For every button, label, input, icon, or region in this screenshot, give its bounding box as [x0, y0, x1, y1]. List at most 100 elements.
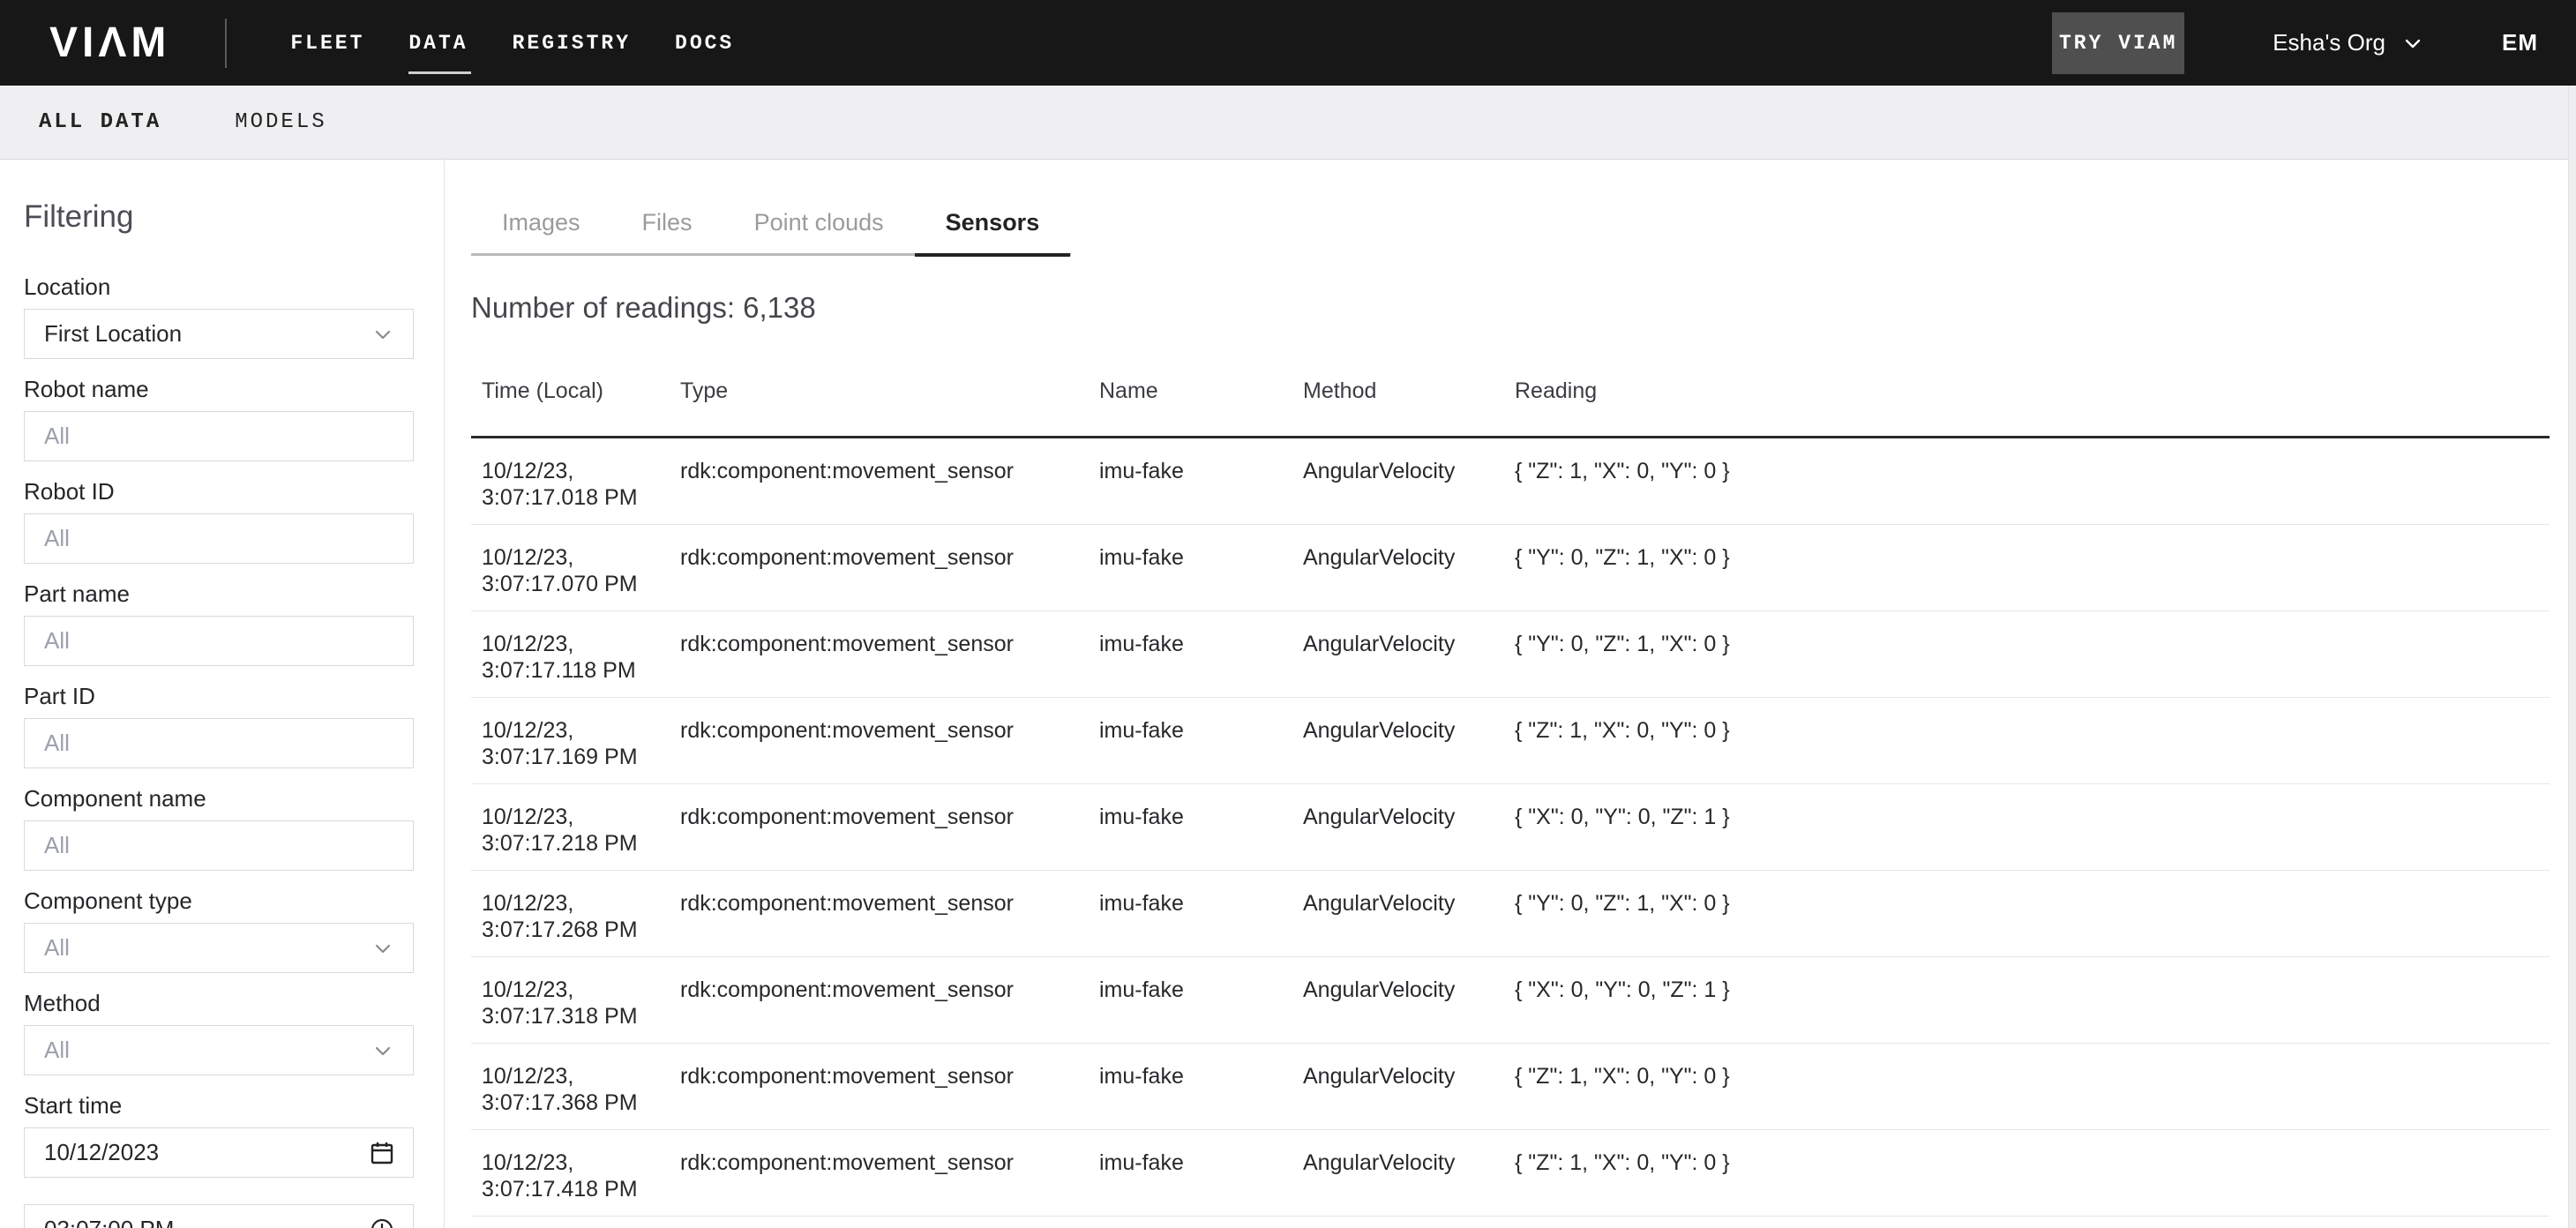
viam-logo[interactable]: VIΛM: [49, 22, 170, 64]
cell-method: AngularVelocity: [1303, 458, 1515, 524]
cell-type: rdk:component:movement_sensor: [680, 890, 1099, 956]
start-time-label: Start time: [24, 1092, 444, 1119]
table-row[interactable]: 10/12/23, 3:07:17.018 PM rdk:component:m…: [471, 438, 2550, 525]
filter-part-id: Part ID: [24, 683, 444, 768]
robot-id-input[interactable]: [44, 525, 393, 552]
location-value: First Location: [44, 320, 182, 348]
sub-nav: ALL DATA MODELS: [0, 86, 2576, 160]
filter-robot-id: Robot ID: [24, 478, 444, 564]
filter-method: Method All: [24, 990, 444, 1075]
filter-start-time: Start time 10/12/2023: [24, 1092, 444, 1228]
table-row[interactable]: 10/12/23, 3:07:17.368 PM rdk:component:m…: [471, 1044, 2550, 1130]
data-content: Images Files Point clouds Sensors Number…: [445, 161, 2576, 1228]
part-name-input[interactable]: [44, 627, 393, 655]
component-name-input[interactable]: [44, 832, 393, 859]
filter-location: Location First Location: [24, 273, 444, 359]
chevron-down-icon: [371, 1038, 395, 1063]
table-header: Time (Local) Type Name Method Reading: [471, 378, 2550, 438]
robot-name-label: Robot name: [24, 376, 444, 402]
nav-menu: FLEET DATA REGISTRY DOCS: [290, 26, 734, 60]
cell-method: AngularVelocity: [1303, 1149, 1515, 1216]
cell-type: rdk:component:movement_sensor: [680, 544, 1099, 610]
cell-name: imu-fake: [1099, 631, 1303, 697]
cell-type: rdk:component:movement_sensor: [680, 1149, 1099, 1216]
start-date-value: 10/12/2023: [44, 1139, 159, 1166]
data-type-tabs: Images Files Point clouds Sensors: [471, 209, 1071, 256]
nav-item-data[interactable]: DATA: [408, 26, 468, 60]
cell-reading: { "Z": 1, "X": 0, "Y": 0 }: [1515, 458, 2550, 524]
table-row[interactable]: 10/12/23, 3:07:17.268 PM rdk:component:m…: [471, 871, 2550, 957]
org-switcher[interactable]: Esha's Org: [2273, 29, 2424, 56]
filter-robot-name: Robot name: [24, 376, 444, 461]
cell-name: imu-fake: [1099, 1063, 1303, 1129]
filter-sidebar: Filtering Location First Location Robot …: [0, 161, 445, 1228]
col-reading: Reading: [1515, 378, 2550, 404]
tab-all-data[interactable]: ALL DATA: [39, 110, 161, 134]
component-name-input-wrap: [24, 820, 414, 871]
cell-time: 10/12/23, 3:07:17.018 PM: [471, 458, 639, 524]
cell-type: rdk:component:movement_sensor: [680, 717, 1099, 783]
cell-type: rdk:component:movement_sensor: [680, 1063, 1099, 1129]
cell-time: 10/12/23, 3:07:17.418 PM: [471, 1149, 639, 1216]
calendar-icon[interactable]: [369, 1140, 395, 1166]
nav-item-docs[interactable]: DOCS: [675, 26, 734, 60]
nav-right: TRY VIAM Esha's Org EM: [2052, 12, 2576, 74]
clock-icon[interactable]: [369, 1217, 395, 1228]
cell-reading: { "Y": 0, "Z": 1, "X": 0 }: [1515, 631, 2550, 697]
nav-item-fleet[interactable]: FLEET: [290, 26, 364, 60]
table-row[interactable]: 10/12/23, 3:07:17.418 PM rdk:component:m…: [471, 1130, 2550, 1217]
filter-component-name: Component name: [24, 785, 444, 871]
start-date-input[interactable]: 10/12/2023: [24, 1127, 414, 1178]
cell-name: imu-fake: [1099, 544, 1303, 610]
tab-files[interactable]: Files: [611, 209, 723, 257]
cell-method: AngularVelocity: [1303, 890, 1515, 956]
org-name: Esha's Org: [2273, 29, 2385, 56]
method-label: Method: [24, 990, 444, 1016]
part-id-label: Part ID: [24, 683, 444, 709]
robot-id-input-wrap: [24, 513, 414, 564]
cell-name: imu-fake: [1099, 717, 1303, 783]
cell-time: 10/12/23, 3:07:17.218 PM: [471, 804, 639, 870]
start-clock-input[interactable]: 03:07:00 PM: [24, 1204, 414, 1228]
part-name-label: Part name: [24, 580, 444, 607]
cell-reading: { "Z": 1, "X": 0, "Y": 0 }: [1515, 1063, 2550, 1129]
nav-divider: [225, 19, 227, 68]
robot-name-input[interactable]: [44, 423, 393, 450]
cell-method: AngularVelocity: [1303, 804, 1515, 870]
location-select[interactable]: First Location: [24, 309, 414, 359]
table-row[interactable]: 10/12/23, 3:07:17.070 PM rdk:component:m…: [471, 525, 2550, 611]
tab-point-clouds[interactable]: Point clouds: [723, 209, 915, 257]
component-type-select[interactable]: All: [24, 923, 414, 973]
tab-models[interactable]: MODELS: [235, 110, 326, 134]
part-id-input[interactable]: [44, 730, 393, 757]
robot-name-input-wrap: [24, 411, 414, 461]
cell-method: AngularVelocity: [1303, 717, 1515, 783]
cell-type: rdk:component:movement_sensor: [680, 631, 1099, 697]
table-row[interactable]: 10/12/23, 3:07:17.118 PM rdk:component:m…: [471, 611, 2550, 698]
cell-type: rdk:component:movement_sensor: [680, 804, 1099, 870]
component-name-label: Component name: [24, 785, 444, 812]
col-name: Name: [1099, 378, 1303, 404]
table-row[interactable]: 10/12/23, 3:07:17.218 PM rdk:component:m…: [471, 784, 2550, 871]
location-label: Location: [24, 273, 444, 300]
method-select[interactable]: All: [24, 1025, 414, 1075]
nav-item-registry[interactable]: REGISTRY: [513, 26, 631, 60]
viam-data-page: VIΛM FLEET DATA REGISTRY DOCS TRY VIAM E…: [0, 0, 2576, 1228]
tab-images[interactable]: Images: [471, 209, 611, 257]
cell-time: 10/12/23, 3:07:17.318 PM: [471, 977, 639, 1043]
cell-name: imu-fake: [1099, 804, 1303, 870]
cell-method: AngularVelocity: [1303, 1063, 1515, 1129]
tab-sensors[interactable]: Sensors: [915, 209, 1071, 257]
filter-component-type: Component type All: [24, 887, 444, 973]
top-nav: VIΛM FLEET DATA REGISTRY DOCS TRY VIAM E…: [0, 0, 2576, 86]
cell-reading: { "Z": 1, "X": 0, "Y": 0 }: [1515, 717, 2550, 783]
user-avatar[interactable]: EM: [2502, 29, 2538, 56]
try-viam-button[interactable]: TRY VIAM: [2052, 12, 2184, 74]
readings-count: Number of readings: 6,138: [471, 291, 2576, 325]
table-row[interactable]: 10/12/23, 3:07:17.169 PM rdk:component:m…: [471, 698, 2550, 784]
sensor-readings-table: Time (Local) Type Name Method Reading 10…: [471, 378, 2550, 1217]
start-clock-value: 03:07:00 PM: [44, 1216, 174, 1228]
vertical-scrollbar[interactable]: [2568, 86, 2576, 1228]
col-method: Method: [1303, 378, 1515, 404]
table-row[interactable]: 10/12/23, 3:07:17.318 PM rdk:component:m…: [471, 957, 2550, 1044]
